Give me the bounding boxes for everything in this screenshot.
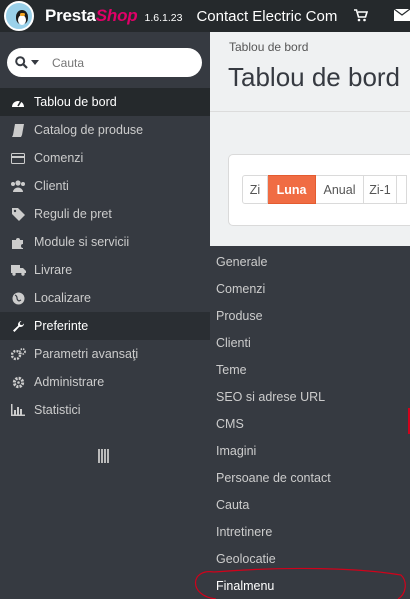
sidebar-item-label: Module si servicii <box>34 235 130 249</box>
puzzle-icon <box>0 236 34 249</box>
sidebar-item-modules[interactable]: Module si servicii <box>0 228 210 256</box>
submenu-item-products[interactable]: Produse <box>216 309 263 323</box>
sidebar-item-label: Statistici <box>34 403 81 417</box>
sidebar-item-label: Livrare <box>34 263 73 277</box>
submenu-item-geolocation[interactable]: Geolocatie <box>216 552 276 566</box>
dashboard-icon <box>0 96 34 108</box>
top-header: PrestaShop 1.6.1.23 Contact Electric Com <box>0 0 410 32</box>
sidebar-item-shipping[interactable]: Livrare <box>0 256 210 284</box>
sidebar-item-label: Reguli de pret <box>34 207 112 221</box>
main-content: Tablou de bord Tablou de bord Zi Luna An… <box>210 32 410 246</box>
version-label: 1.6.1.23 <box>144 11 183 24</box>
page-title: Tablou de bord <box>228 62 401 92</box>
submenu-item-general[interactable]: Generale <box>216 255 267 269</box>
gear-icon <box>0 376 34 389</box>
users-icon <box>0 180 34 192</box>
sidebar-item-label: Tablou de bord <box>34 95 117 109</box>
submenu-item-themes[interactable]: Teme <box>216 363 247 377</box>
breadcrumb[interactable]: Tablou de bord <box>229 40 308 54</box>
period-month-button[interactable]: Luna <box>268 175 316 204</box>
cart-icon[interactable] <box>354 9 369 25</box>
sidebar-item-label: Localizare <box>34 291 91 305</box>
sidebar-item-preferences[interactable]: Preferinte <box>0 312 210 340</box>
sidebar-collapse-toggle[interactable] <box>98 449 110 463</box>
book-icon <box>0 123 34 137</box>
submenu-item-cms[interactable]: CMS <box>216 417 244 431</box>
sidebar: Tablou de bord Catalog de produse Comenz… <box>0 32 210 599</box>
title-divider <box>210 111 410 112</box>
submenu-item-finalmenu[interactable]: Finalmenu <box>216 579 274 593</box>
preferences-submenu: Generale Comenzi Produse Clienti Teme SE… <box>210 248 410 599</box>
puffin-logo-icon <box>4 1 34 31</box>
caret-down-icon <box>31 60 39 65</box>
sidebar-item-price-rules[interactable]: Reguli de pret <box>0 200 210 228</box>
sidebar-item-catalog[interactable]: Catalog de produse <box>0 116 210 144</box>
envelope-icon[interactable] <box>393 8 410 24</box>
dashboard-panel: Zi Luna Anual Zi-1 <box>228 154 410 226</box>
credit-card-icon <box>0 152 34 164</box>
sidebar-item-dashboard[interactable]: Tablou de bord <box>0 88 210 116</box>
sidebar-item-label: Clienti <box>34 179 69 193</box>
submenu-item-images[interactable]: Imagini <box>216 444 256 458</box>
truck-icon <box>0 264 34 276</box>
sidebar-item-label: Comenzi <box>34 151 84 165</box>
sidebar-item-localization[interactable]: Localizare <box>0 284 210 312</box>
submenu-item-maintenance[interactable]: Intretinere <box>216 525 272 539</box>
cogs-icon <box>0 347 34 361</box>
bar-chart-icon <box>0 404 34 416</box>
period-previous-day-button[interactable]: Zi-1 <box>364 175 397 204</box>
sidebar-item-label: Administrare <box>34 375 105 389</box>
submenu-item-search[interactable]: Cauta <box>216 498 249 512</box>
period-more-button[interactable] <box>397 175 407 204</box>
period-year-button[interactable]: Anual <box>316 175 364 204</box>
sidebar-item-label: Catalog de produse <box>34 123 144 137</box>
period-day-button[interactable]: Zi <box>242 175 268 204</box>
globe-icon <box>0 292 34 305</box>
submenu-item-customers[interactable]: Clienti <box>216 336 251 350</box>
search-type-dropdown[interactable] <box>7 56 52 69</box>
sidebar-item-orders[interactable]: Comenzi <box>0 144 210 172</box>
submenu-item-contacts[interactable]: Persoane de contact <box>216 471 331 485</box>
search-input[interactable] <box>52 55 192 70</box>
search-icon <box>15 56 28 69</box>
submenu-item-orders[interactable]: Comenzi <box>216 282 265 296</box>
shop-name-link[interactable]: Contact Electric Com <box>196 8 337 25</box>
sidebar-item-customers[interactable]: Clienti <box>0 172 210 200</box>
brand-name: PrestaShop <box>45 6 138 25</box>
submenu-item-seo-urls[interactable]: SEO si adrese URL <box>216 390 325 404</box>
sidebar-item-label: Parametri avansaţi <box>34 347 139 361</box>
wrench-icon <box>0 320 34 333</box>
prestashop-logo[interactable]: PrestaShop 1.6.1.23 <box>0 1 182 31</box>
search-form <box>7 48 202 77</box>
period-button-group: Zi Luna Anual Zi-1 <box>242 175 407 204</box>
tag-icon <box>0 207 34 221</box>
sidebar-item-advanced-parameters[interactable]: Parametri avansaţi <box>0 340 210 368</box>
sidebar-item-statistics[interactable]: Statistici <box>0 396 210 424</box>
sidebar-item-administration[interactable]: Administrare <box>0 368 210 396</box>
sidebar-item-label: Preferinte <box>34 319 89 333</box>
